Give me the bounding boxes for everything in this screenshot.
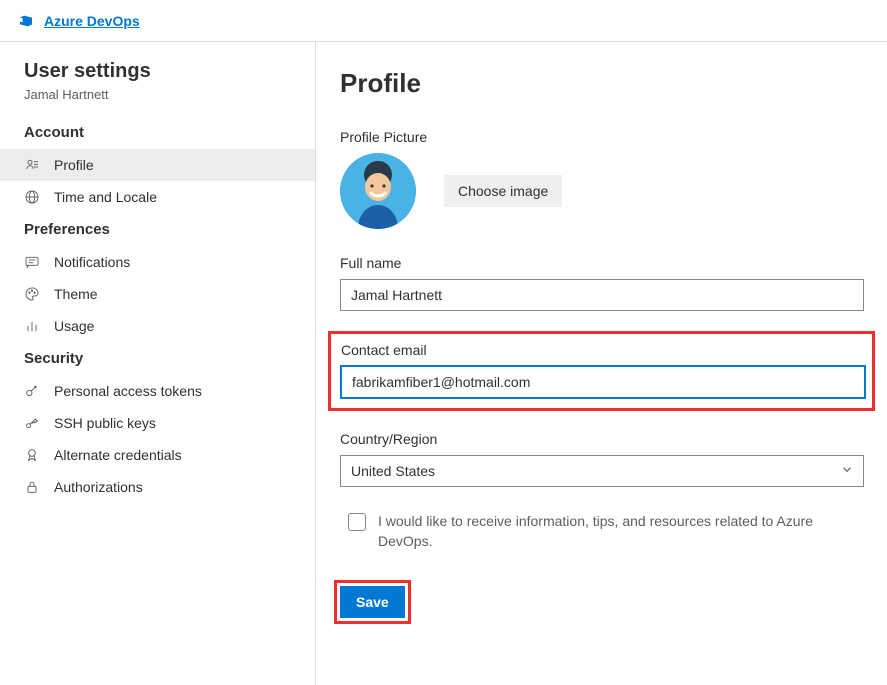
sidebar-section-preferences: Preferences: [0, 213, 315, 246]
sidebar-title: User settings: [0, 60, 315, 87]
badge-icon: [24, 447, 40, 463]
marketing-optin-checkbox[interactable]: [348, 513, 366, 531]
key-icon: [24, 383, 40, 399]
sidebar-item-ssh[interactable]: SSH public keys: [0, 407, 315, 439]
sidebar-item-authorizations[interactable]: Authorizations: [0, 471, 315, 503]
ssh-icon: [24, 415, 40, 431]
palette-icon: [24, 286, 40, 302]
save-button[interactable]: Save: [340, 586, 405, 618]
sidebar-item-label: Theme: [54, 286, 98, 302]
page-title: Profile: [340, 68, 869, 99]
country-region-label: Country/Region: [340, 431, 869, 447]
full-name-label: Full name: [340, 255, 869, 271]
sidebar-item-label: Profile: [54, 157, 94, 173]
sidebar-item-usage[interactable]: Usage: [0, 310, 315, 342]
sidebar-section-account: Account: [0, 116, 315, 149]
sidebar-username: Jamal Hartnett: [0, 87, 315, 116]
avatar: [340, 153, 416, 229]
brand-link[interactable]: Azure DevOps: [16, 11, 140, 31]
choose-image-button[interactable]: Choose image: [444, 175, 562, 207]
sidebar-section-security: Security: [0, 342, 315, 375]
sidebar-item-theme[interactable]: Theme: [0, 278, 315, 310]
marketing-optin-label[interactable]: I would like to receive information, tip…: [378, 511, 848, 552]
sidebar-item-label: Time and Locale: [54, 189, 157, 205]
sidebar-item-label: Usage: [54, 318, 94, 334]
country-region-select[interactable]: United States: [340, 455, 864, 487]
sidebar-item-pat[interactable]: Personal access tokens: [0, 375, 315, 407]
lock-icon: [24, 479, 40, 495]
brand-name: Azure DevOps: [44, 13, 140, 29]
sidebar-item-label: Notifications: [54, 254, 130, 270]
sidebar-item-profile[interactable]: Profile: [0, 149, 315, 181]
full-name-input[interactable]: [340, 279, 864, 311]
save-button-highlight: Save: [334, 580, 411, 624]
sidebar-item-label: Personal access tokens: [54, 383, 202, 399]
globe-icon: [24, 189, 40, 205]
chat-icon: [24, 254, 40, 270]
sidebar-item-time-locale[interactable]: Time and Locale: [0, 181, 315, 213]
profile-icon: [24, 157, 40, 173]
contact-email-label: Contact email: [341, 342, 862, 358]
sidebar: User settings Jamal Hartnett Account Pro…: [0, 42, 316, 685]
azure-devops-logo-icon: [16, 11, 36, 31]
profile-picture-label: Profile Picture: [340, 129, 869, 145]
sidebar-item-notifications[interactable]: Notifications: [0, 246, 315, 278]
main-content: Profile Profile Picture Choose image: [316, 42, 887, 685]
contact-email-input[interactable]: [341, 366, 865, 398]
contact-email-highlight: Contact email: [328, 331, 875, 411]
sidebar-item-altcred[interactable]: Alternate credentials: [0, 439, 315, 471]
sidebar-item-label: Alternate credentials: [54, 447, 182, 463]
chart-icon: [24, 318, 40, 334]
sidebar-item-label: Authorizations: [54, 479, 143, 495]
sidebar-item-label: SSH public keys: [54, 415, 156, 431]
top-bar: Azure DevOps: [0, 0, 887, 42]
